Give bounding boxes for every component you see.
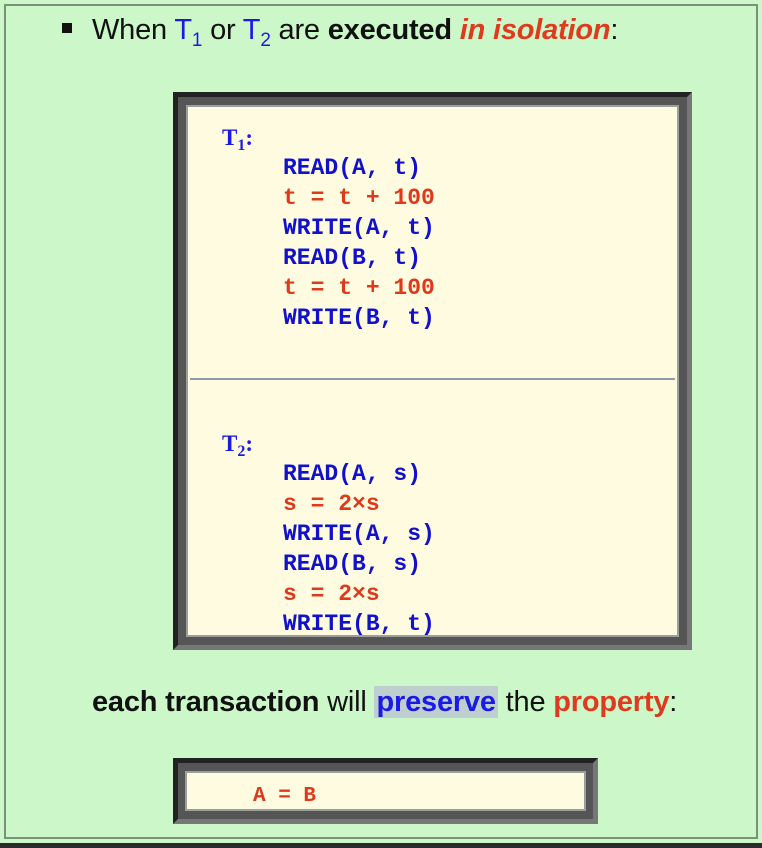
t2-label: T2:	[222, 431, 254, 460]
slide: When T1 or T2 are executed in isolation:…	[0, 0, 762, 843]
summary-line: each transaction will preserve the prope…	[92, 686, 677, 719]
code-box-inner: T1: READ(A, t) t = t + 100 WRITE(A, t) R…	[186, 105, 679, 637]
equation-box-inner: A = B	[185, 771, 586, 811]
bullet-line: When T1 or T2 are executed in isolation:	[62, 14, 619, 51]
t1-ref-sub: 1	[191, 30, 203, 51]
equation-box: A = B	[173, 758, 598, 824]
code-box: T1: READ(A, t) t = t + 100 WRITE(A, t) R…	[173, 92, 692, 650]
summary-preserve: preserve	[374, 686, 498, 718]
equation-text: A = B	[253, 785, 317, 808]
t2-ref-letter: T	[242, 14, 261, 46]
t1-code-line: t = t + 100	[283, 275, 435, 301]
t1-code-line: WRITE(B, t)	[283, 305, 435, 331]
t2-ref: T2	[242, 14, 271, 51]
bullet-or: or	[210, 14, 236, 46]
t2-code-line: WRITE(A, s)	[283, 521, 435, 547]
t2-label-sub: 2	[237, 443, 246, 460]
code-separator	[190, 378, 675, 380]
t1-code-line: t = t + 100	[283, 185, 435, 211]
summary-colon: :	[669, 686, 678, 718]
summary-the: the	[505, 686, 546, 718]
bullet-square-icon	[62, 23, 72, 34]
bullet-when: When	[92, 14, 167, 46]
t1-label-letter: T	[222, 125, 238, 150]
t1-code-line: READ(A, t)	[283, 155, 422, 181]
t1-ref-letter: T	[174, 14, 192, 46]
summary-property: property	[553, 686, 670, 718]
t2-label-colon: :	[245, 431, 254, 456]
t2-code-line: WRITE(B, t)	[283, 611, 435, 637]
t1-label-sub: 1	[237, 137, 246, 154]
t2-code-line: s = 2×s	[283, 581, 380, 607]
summary-each-transaction: each transaction	[92, 686, 320, 718]
t2-label-letter: T	[222, 431, 238, 456]
t2-code-line: s = 2×s	[283, 491, 380, 517]
bullet-are: are	[278, 14, 321, 46]
t1-code-line: READ(B, t)	[283, 245, 422, 271]
t1-label-colon: :	[245, 125, 254, 150]
t1-ref: T1	[174, 14, 202, 51]
bullet-in-isolation: in isolation	[459, 14, 611, 46]
t2-code-line: READ(B, s)	[283, 551, 422, 577]
t2-code-line: READ(A, s)	[283, 461, 422, 487]
bullet-colon: :	[610, 14, 619, 46]
summary-will: will	[327, 686, 367, 718]
bullet-executed: executed	[327, 14, 452, 46]
t1-code-line: WRITE(A, t)	[283, 215, 435, 241]
t1-label: T1:	[222, 125, 254, 154]
t2-ref-sub: 2	[260, 30, 271, 51]
